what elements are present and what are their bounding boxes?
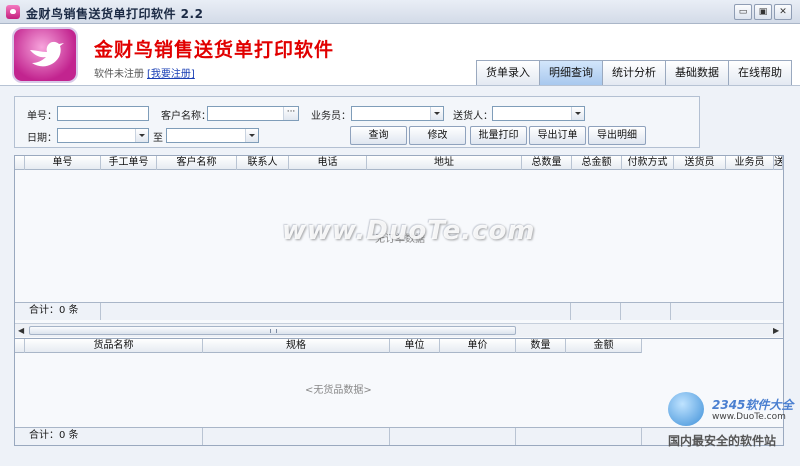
footer-cell xyxy=(516,428,642,445)
items-total-count: 合计：0 条 xyxy=(15,428,203,445)
row-indicator-column xyxy=(15,156,25,170)
scroll-right-icon[interactable]: ▶ xyxy=(773,326,779,335)
row-indicator-column xyxy=(15,339,25,353)
column-header[interactable]: 单位 xyxy=(390,339,440,353)
column-header[interactable]: 规格 xyxy=(203,339,390,353)
orders-footer: 合计：0 条 xyxy=(15,302,783,320)
tab-statistics[interactable]: 统计分析 xyxy=(602,60,666,85)
orders-grid: 单号 手工单号 客户名称 联系人 电话 地址 总数量 总金额 付款方式 送货员 … xyxy=(14,155,784,339)
column-header[interactable]: 联系人 xyxy=(237,156,289,170)
scroll-left-icon[interactable]: ◀ xyxy=(18,326,24,335)
search-panel: 单号： 客户名称： ··· 业务员： 送货人： 日期： 至 查询 修改 批量打印… xyxy=(14,96,700,148)
date-to-label: 至 xyxy=(153,133,163,144)
duote-watermark: www.DuoTe.com xyxy=(282,216,536,246)
export-orders-button[interactable]: 导出订单 xyxy=(529,126,586,145)
order-no-label: 单号： xyxy=(27,111,57,122)
customer-input[interactable]: ··· xyxy=(207,106,299,121)
close-button[interactable]: ✕ xyxy=(774,4,792,20)
column-header[interactable]: 数量 xyxy=(516,339,566,353)
column-header[interactable]: 单价 xyxy=(440,339,516,353)
orders-grid-header: 单号 手工单号 客户名称 联系人 电话 地址 总数量 总金额 付款方式 送货员 … xyxy=(15,156,783,170)
column-header[interactable]: 总数量 xyxy=(522,156,572,170)
registration-status: 软件未注册 [我要注册] xyxy=(94,65,195,80)
date-from-picker[interactable] xyxy=(57,128,149,143)
registration-status-label: 软件未注册 xyxy=(94,69,144,80)
column-header[interactable]: 货品名称 xyxy=(25,339,203,353)
column-header[interactable]: 付款方式 xyxy=(622,156,674,170)
column-header[interactable]: 电话 xyxy=(289,156,367,170)
app-title: 金财鸟销售送货单打印软件 xyxy=(94,39,335,61)
tab-order-entry[interactable]: 货单录入 xyxy=(476,60,540,85)
column-header[interactable]: 金额 xyxy=(566,339,642,353)
column-header[interactable]: 单号 xyxy=(25,156,101,170)
footer-cell xyxy=(203,428,390,445)
chevron-down-icon[interactable] xyxy=(571,107,584,120)
column-header[interactable]: 客户名称 xyxy=(157,156,237,170)
maximize-button[interactable]: ▣ xyxy=(754,4,772,20)
date-to-picker[interactable] xyxy=(166,128,259,143)
app-header: 金财鸟销售送货单打印软件 软件未注册 [我要注册] 货单录入 明细查询 统计分析 … xyxy=(0,24,800,86)
scrollbar-thumb[interactable] xyxy=(29,326,516,335)
deliverer-label: 送货人： xyxy=(453,111,493,122)
chevron-down-icon[interactable] xyxy=(245,129,258,142)
customer-label: 客户名称： xyxy=(161,111,211,122)
customer-picker-button[interactable]: ··· xyxy=(283,107,298,120)
query-button[interactable]: 查询 xyxy=(350,126,407,145)
chevron-down-icon[interactable] xyxy=(135,129,148,142)
tab-online-help[interactable]: 在线帮助 xyxy=(728,60,792,85)
bird-icon xyxy=(12,27,78,83)
column-header[interactable]: 地址 xyxy=(367,156,522,170)
footer-cell xyxy=(571,303,621,320)
edit-button[interactable]: 修改 xyxy=(409,126,466,145)
date-label: 日期： xyxy=(27,133,57,144)
salesman-select[interactable] xyxy=(351,106,444,121)
export-details-button[interactable]: 导出明细 xyxy=(588,126,646,145)
column-header[interactable]: 送货员 xyxy=(674,156,726,170)
items-empty-message: <无货品数据> xyxy=(305,385,372,396)
corner-watermark: 2345软件大全 www.DuoTe.com 国内最安全的软件站 xyxy=(660,390,800,448)
window-title: 金财鸟销售送货单打印软件 2.2 xyxy=(26,7,204,21)
column-header[interactable]: 业务员 xyxy=(726,156,774,170)
deliverer-select[interactable] xyxy=(492,106,585,121)
batch-print-button[interactable]: 批量打印 xyxy=(470,126,527,145)
corner-brand: 2345软件大全 xyxy=(712,398,794,412)
footer-cell xyxy=(621,303,671,320)
orders-horizontal-scrollbar[interactable]: ◀ ▶ xyxy=(15,323,783,337)
tab-detail-query[interactable]: 明细查询 xyxy=(539,60,603,85)
app-icon xyxy=(6,5,20,19)
footer-cell xyxy=(101,303,571,320)
title-bar: 金财鸟销售送货单打印软件 2.2 ▭ ▣ ✕ xyxy=(0,0,800,24)
orders-total-count: 合计：0 条 xyxy=(15,303,101,320)
main-nav: 货单录入 明细查询 统计分析 基础数据 在线帮助 xyxy=(476,60,792,85)
order-no-input[interactable] xyxy=(57,106,149,121)
items-grid-header: 货品名称 规格 单位 单价 数量 金额 xyxy=(15,339,642,353)
corner-url: www.DuoTe.com xyxy=(712,412,786,422)
column-header[interactable]: 送 xyxy=(774,156,783,170)
chevron-down-icon[interactable] xyxy=(430,107,443,120)
penguin-icon xyxy=(668,392,704,426)
minimize-button[interactable]: ▭ xyxy=(734,4,752,20)
corner-slogan: 国内最安全的软件站 xyxy=(668,434,777,448)
salesman-label: 业务员： xyxy=(311,111,351,122)
column-header[interactable]: 手工单号 xyxy=(101,156,157,170)
tab-base-data[interactable]: 基础数据 xyxy=(665,60,729,85)
register-link[interactable]: [我要注册] xyxy=(147,69,195,80)
footer-cell xyxy=(390,428,516,445)
column-header[interactable]: 总金额 xyxy=(572,156,622,170)
